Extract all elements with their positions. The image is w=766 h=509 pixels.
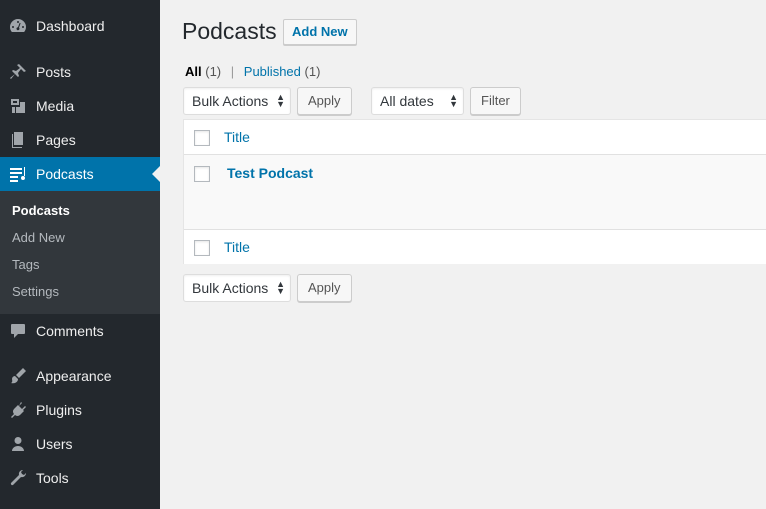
menu-item-appearance[interactable]: Appearance [0, 359, 160, 393]
current-indicator [152, 166, 160, 182]
menu-label: Podcasts [36, 166, 94, 182]
menu-item-dashboard[interactable]: Dashboard [0, 9, 160, 43]
dates-value: All dates [380, 93, 434, 109]
filter-separator: | [230, 64, 235, 79]
menu-item-pages[interactable]: Pages [0, 123, 160, 157]
apply-button-top[interactable]: Apply [297, 87, 352, 115]
menu-label: Media [36, 98, 75, 114]
pages-icon [0, 130, 36, 150]
dashboard-icon [0, 16, 36, 36]
menu-label: Posts [36, 64, 72, 80]
table-header-row: Title [184, 120, 766, 155]
select-all-checkbox-footer[interactable] [194, 240, 210, 256]
menu-label: Plugins [36, 402, 82, 418]
chevron-updown-icon: ▲ ▼ [449, 92, 458, 109]
submenu-item-add-new[interactable]: Add New [12, 230, 65, 245]
menu-label: Appearance [36, 368, 112, 384]
filter-published-link[interactable]: Published [244, 64, 301, 79]
menu-label: Dashboard [36, 18, 105, 34]
posts-table: Title Test Podcast Title [183, 119, 766, 264]
apply-button-bottom[interactable]: Apply [297, 274, 352, 302]
submenu-item-settings[interactable]: Settings [12, 284, 59, 299]
menu-item-posts[interactable]: Posts [0, 55, 160, 89]
menu-item-plugins[interactable]: Plugins [0, 393, 160, 427]
filter-all-count: (1) [205, 64, 222, 79]
table-row: Test Podcast [184, 155, 766, 229]
filter-all-link[interactable]: All [185, 64, 202, 79]
podcast-icon [0, 164, 36, 184]
main-content: Podcasts Add New All (1) | Published (1)… [160, 0, 766, 509]
status-filters: All (1) | Published (1) [185, 64, 320, 79]
menu-item-tools[interactable]: Tools [0, 461, 160, 495]
admin-sidebar: Dashboard Posts Media Pages Podcasts Pod… [0, 0, 160, 509]
comment-icon [0, 321, 36, 341]
chevron-updown-icon: ▲ ▼ [276, 279, 285, 296]
bulk-actions-select-bottom[interactable]: Bulk Actions ▲ ▼ [183, 274, 291, 302]
menu-label: Users [36, 436, 73, 452]
chevron-updown-icon: ▲ ▼ [276, 92, 285, 109]
filter-button[interactable]: Filter [470, 87, 521, 115]
select-all-checkbox[interactable] [194, 130, 210, 146]
pin-icon [0, 62, 36, 82]
add-new-button[interactable]: Add New [283, 19, 357, 45]
submenu-item-tags[interactable]: Tags [12, 257, 39, 272]
wrench-icon [0, 468, 36, 488]
menu-item-comments[interactable]: Comments [0, 314, 160, 348]
menu-item-media[interactable]: Media [0, 89, 160, 123]
menu-label: Pages [36, 132, 76, 148]
page-title: Podcasts [182, 18, 277, 44]
bulk-actions-value: Bulk Actions [192, 93, 269, 109]
podcasts-submenu: Podcasts Add New Tags Settings [0, 191, 160, 314]
submenu-item-podcasts[interactable]: Podcasts [12, 203, 70, 218]
menu-label: Tools [36, 470, 69, 486]
row-checkbox[interactable] [194, 166, 210, 182]
bulk-actions-value: Bulk Actions [192, 280, 269, 296]
menu-item-podcasts[interactable]: Podcasts [0, 157, 160, 191]
menu-label: Comments [36, 323, 104, 339]
column-title-footer[interactable]: Title [224, 239, 250, 255]
post-title-link[interactable]: Test Podcast [227, 165, 313, 181]
user-icon [0, 434, 36, 454]
bulk-actions-select-top[interactable]: Bulk Actions ▲ ▼ [183, 87, 291, 115]
plugin-icon [0, 400, 36, 420]
column-title-header[interactable]: Title [224, 129, 250, 145]
media-icon [0, 96, 36, 116]
filter-published-count: (1) [304, 64, 321, 79]
menu-item-users[interactable]: Users [0, 427, 160, 461]
paintbrush-icon [0, 366, 36, 386]
dates-select[interactable]: All dates ▲ ▼ [371, 87, 464, 115]
table-footer-row: Title [184, 229, 766, 264]
